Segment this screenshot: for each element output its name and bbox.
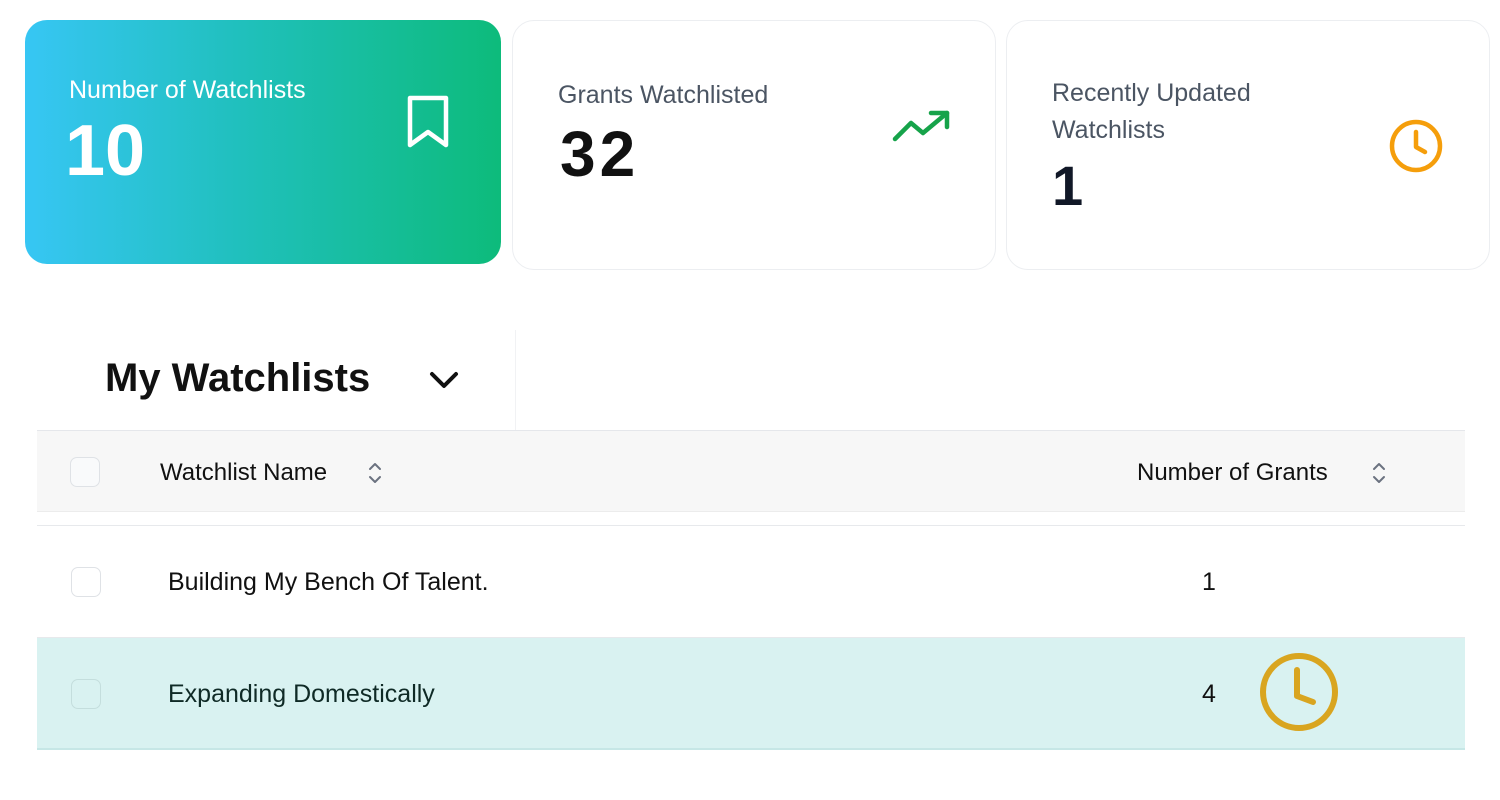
trending-up-icon <box>892 110 950 142</box>
watchlists-count-card[interactable]: Number of Watchlists 10 <box>25 20 501 264</box>
select-all-checkbox[interactable] <box>70 457 100 487</box>
sort-icon[interactable] <box>1371 459 1387 487</box>
chevron-down-icon[interactable] <box>426 362 462 398</box>
section-title: My Watchlists <box>105 356 371 400</box>
watchlists-section-header[interactable]: My Watchlists <box>38 330 516 430</box>
watchlist-name-cell[interactable]: Building My Bench Of Talent. <box>168 564 489 600</box>
table-divider <box>37 512 1465 526</box>
grant-count-cell: 1 <box>1202 568 1216 596</box>
row-checkbox[interactable] <box>71 567 101 597</box>
watchlists-count-label: Number of Watchlists <box>69 76 306 104</box>
stat-cards: Number of Watchlists 10 Grants Watchlist… <box>25 20 1490 270</box>
clock-icon <box>1389 119 1443 173</box>
grants-watchlisted-label: Grants Watchlisted <box>558 81 769 109</box>
table-row[interactable]: Expanding Domestically 4 <box>37 638 1465 750</box>
recently-updated-label: Recently Updated Watchlists <box>1052 79 1251 144</box>
recently-updated-card[interactable]: Recently Updated Watchlists 1 <box>1006 20 1490 270</box>
watchlist-name-cell[interactable]: Expanding Domestically <box>168 676 435 712</box>
sort-icon[interactable] <box>367 459 383 487</box>
recently-updated-value: 1 <box>1052 154 1084 217</box>
watchlists-count-value: 10 <box>65 111 146 191</box>
table-row[interactable]: Building My Bench Of Talent. 1 <box>37 526 1465 638</box>
column-header-number-of-grants[interactable]: Number of Grants <box>1137 455 1328 491</box>
table-header: Watchlist Name Number of Grants <box>37 430 1465 512</box>
bookmark-icon <box>407 95 449 148</box>
row-checkbox[interactable] <box>71 679 101 709</box>
column-header-watchlist-name[interactable]: Watchlist Name <box>160 455 327 491</box>
grants-watchlisted-card[interactable]: Grants Watchlisted 32 <box>512 20 996 270</box>
clock-icon <box>1260 653 1338 731</box>
grants-watchlisted-value: 32 <box>560 118 640 190</box>
watchlists-table: Watchlist Name Number of Grants Building… <box>37 430 1465 750</box>
